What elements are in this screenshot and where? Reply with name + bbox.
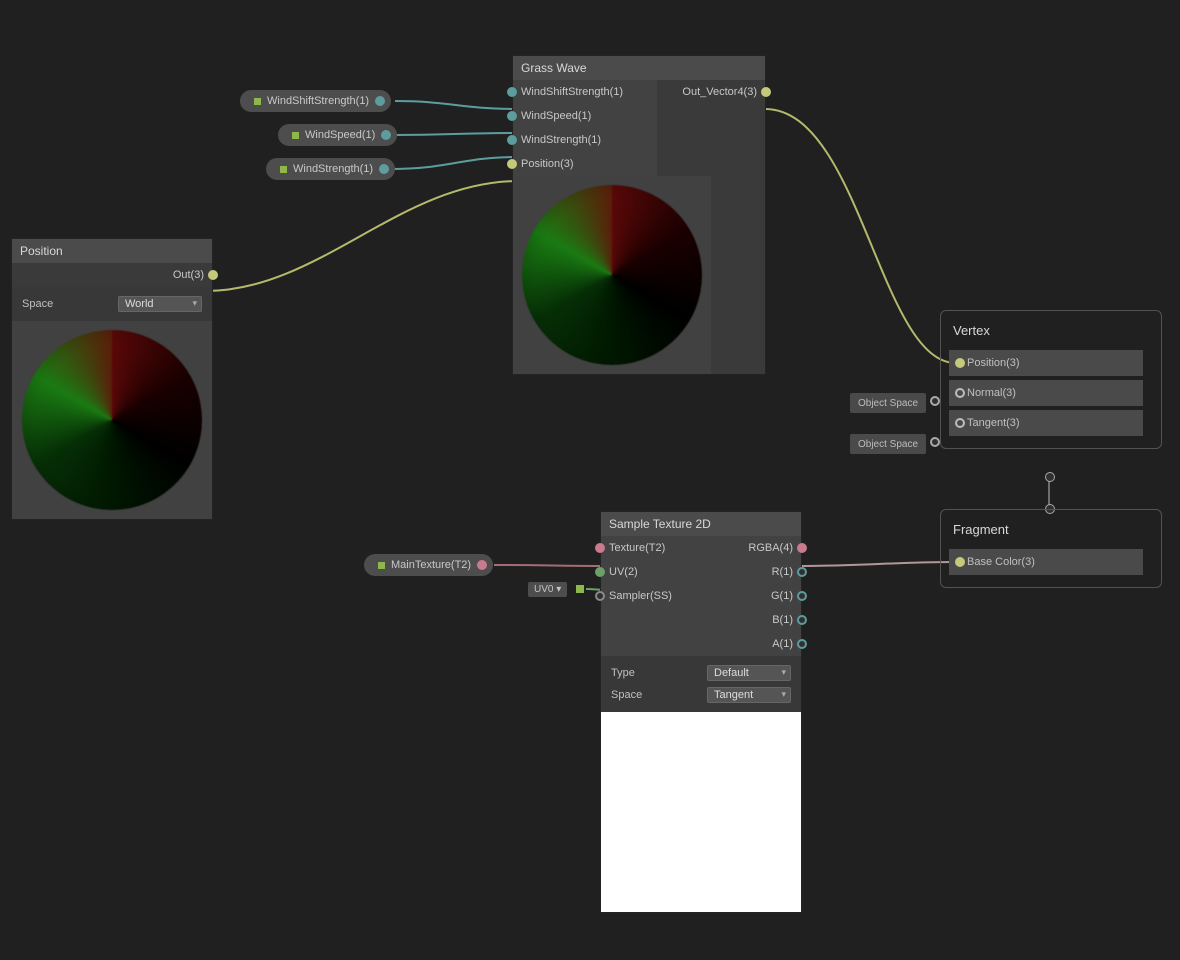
vertex-normal-port[interactable]: Normal(3)	[949, 380, 1143, 406]
output-port[interactable]	[761, 87, 771, 97]
master-title: Vertex	[949, 321, 1153, 346]
master-vertex[interactable]: Vertex Position(3) Normal(3) Tangent(3)	[940, 310, 1162, 449]
type-swatch	[292, 132, 299, 139]
output-port[interactable]	[797, 567, 807, 577]
space-dropdown[interactable]: World	[118, 296, 202, 312]
prop-label: Space	[22, 298, 53, 310]
uv-inline-dropdown[interactable]: UV0 ▾	[528, 582, 567, 597]
preview	[12, 321, 212, 519]
node-title[interactable]: Position	[12, 239, 212, 263]
prop-label: Space	[611, 689, 642, 701]
preview	[513, 176, 711, 374]
node-grass-wave[interactable]: Grass Wave WindShiftStrength(1) WindSpee…	[512, 55, 766, 375]
output-port[interactable]	[379, 164, 389, 174]
pill-label: MainTexture(T2)	[391, 559, 471, 571]
type-swatch	[280, 166, 287, 173]
input-port[interactable]	[595, 591, 605, 601]
input-port[interactable]	[507, 135, 517, 145]
object-space-tag: Object Space	[850, 434, 926, 454]
output-row: Out(3)	[12, 263, 212, 287]
type-dropdown[interactable]: Default	[707, 665, 791, 681]
fragment-basecolor-port[interactable]: Base Color(3)	[949, 549, 1143, 575]
output-port[interactable]	[375, 96, 385, 106]
type-swatch	[378, 562, 385, 569]
space-dropdown[interactable]: Tangent	[707, 687, 791, 703]
param-pill-maintexture[interactable]: MainTexture(T2)	[364, 554, 493, 576]
input-port[interactable]	[595, 567, 605, 577]
output-port[interactable]	[797, 615, 807, 625]
output-port[interactable]	[797, 639, 807, 649]
type-swatch	[254, 98, 261, 105]
param-pill-windstrength[interactable]: WindStrength(1)	[266, 158, 395, 180]
output-port[interactable]	[208, 270, 218, 280]
master-title: Fragment	[949, 520, 1153, 545]
output-port[interactable]	[381, 130, 391, 140]
uv-swatch	[576, 585, 584, 593]
pill-label: WindShiftStrength(1)	[267, 95, 369, 107]
input-port[interactable]	[507, 159, 517, 169]
node-title[interactable]: Sample Texture 2D	[601, 512, 801, 536]
param-pill-windspeed[interactable]: WindSpeed(1)	[278, 124, 397, 146]
object-space-tag: Object Space	[850, 393, 926, 413]
output-port[interactable]	[797, 591, 807, 601]
input-port[interactable]	[595, 543, 605, 553]
node-title[interactable]: Grass Wave	[513, 56, 765, 80]
vertex-tangent-port[interactable]: Tangent(3)	[949, 410, 1143, 436]
prop-label: Type	[611, 667, 635, 679]
preview	[601, 712, 801, 912]
port-label: Out(3)	[173, 269, 204, 281]
input-port[interactable]	[507, 87, 517, 97]
master-fragment[interactable]: Fragment Base Color(3)	[940, 509, 1162, 588]
output-port[interactable]	[477, 560, 487, 570]
pill-label: WindSpeed(1)	[305, 129, 375, 141]
node-position[interactable]: Position Out(3) Space World	[11, 238, 213, 520]
vertex-position-port[interactable]: Position(3)	[949, 350, 1143, 376]
pill-label: WindStrength(1)	[293, 163, 373, 175]
output-port[interactable]	[797, 543, 807, 553]
input-port[interactable]	[507, 111, 517, 121]
node-sample-texture-2d[interactable]: Sample Texture 2D Texture(T2) RGBA(4) UV…	[600, 511, 802, 913]
param-pill-windshift[interactable]: WindShiftStrength(1)	[240, 90, 391, 112]
